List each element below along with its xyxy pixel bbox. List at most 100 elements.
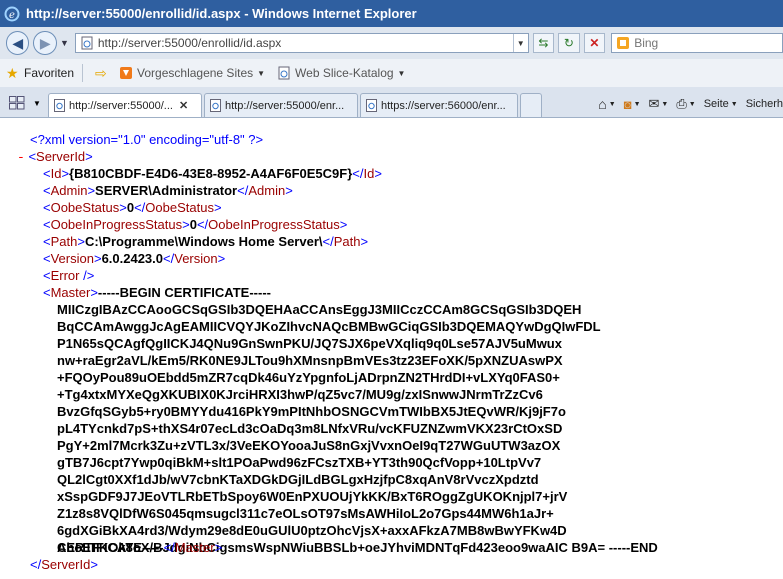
compatibility-view-button[interactable]: ⇆: [532, 33, 555, 53]
address-url[interactable]: http://server:55000/enrollid/id.aspx: [98, 36, 513, 50]
bing-icon: [617, 37, 630, 49]
add-to-favorites-bar-button[interactable]: ⇨: [95, 66, 113, 80]
refresh-icon: ↻: [563, 36, 574, 50]
xml-oobe-in-progress-value: 0: [189, 217, 197, 232]
new-tab-button[interactable]: [520, 93, 542, 117]
tab-page-icon: [366, 99, 377, 112]
certificate-line: 6gdXGiBkXA4rd3/Wdym29e8dE0uGUlU0ptzOhcVj…: [57, 522, 567, 539]
back-button[interactable]: ◀: [6, 31, 30, 55]
mail-icon: ✉: [648, 96, 660, 111]
forward-button[interactable]: ▶: [33, 31, 57, 55]
xml-id-value: {B810CBDF-E4D6-43E8-8952-A4AF6F0E5C9F}: [69, 166, 353, 181]
home-icon: ⌂: [598, 96, 607, 112]
certificate-line-text: xSspGDF9J7JEoVTLRbETbSpoy6W0EnPXUOUjYkKK…: [57, 489, 568, 504]
tab[interactable]: https://server:56000/enr...: [360, 93, 518, 117]
rss-icon: ◙: [623, 96, 632, 112]
quick-tabs-icon: [9, 96, 25, 110]
stop-icon: ✕: [589, 36, 600, 50]
web-slice-gallery-link[interactable]: Web Slice-Katalog ▼: [277, 66, 405, 80]
favorites-bar: ★ Favoriten ⇨ Vorgeschlagene Sites ▼ Web…: [0, 59, 783, 88]
certificate-line: Z1z8s8VQlDfW6S045qmsugcl311c7eOLsOT97sMs…: [57, 505, 554, 522]
mail-button[interactable]: ✉ ▼: [649, 96, 669, 112]
favorites-button[interactable]: ★ Favoriten: [6, 66, 74, 80]
tab[interactable]: http://server:55000/enr...: [204, 93, 358, 117]
search-input[interactable]: [634, 36, 775, 50]
certificate-line-text: +Tg4xtxMYXeQgXKUBIX0KJrciHRXI3hwP/qZ5vc7…: [57, 387, 543, 402]
xml-element-error: <Error />: [43, 268, 95, 283]
xml-declaration-text: <?xml version="1.0" encoding="utf-8" ?>: [30, 132, 264, 147]
certificate-line: nw+raEgr2aVL/kEm5/RK0NE9JLTou9hXMnsnpBmV…: [57, 352, 563, 369]
mail-dropdown-icon: ▼: [661, 100, 669, 108]
internet-explorer-icon: e: [4, 6, 20, 21]
stop-button[interactable]: ✕: [583, 33, 606, 53]
tab-label: https://server:56000/enr...: [381, 99, 506, 112]
xml-version-value: 6.0.2423.0: [101, 251, 164, 266]
xml-path-value: C:\Programme\Windows Home Server\: [84, 234, 323, 249]
home-dropdown-icon: ▼: [608, 100, 616, 108]
navigation-bar: ◀ ▶ ▼ http://server:55000/enrollid/id.as…: [0, 27, 783, 59]
favorites-separator: [82, 64, 84, 82]
tab-label: http://server:55000/enr...: [225, 99, 345, 112]
quick-tabs-button[interactable]: [6, 92, 28, 114]
certificate-line: gTB7J6cpt7Ywp0qiBkM+slt1POaPwd96zFCszTXB…: [57, 454, 541, 471]
favorites-label: Favoriten: [24, 66, 75, 80]
page-menu-dropdown-icon: ▼: [730, 100, 738, 108]
command-bar: ⌂ ▼ ◙ ▼ ✉ ▼ ⎙ ▼ Seite ▼ Sicherh: [590, 91, 783, 117]
web-slice-dropdown-icon: ▼: [397, 68, 406, 78]
web-slice-gallery-label: Web Slice-Katalog: [295, 66, 394, 80]
certificate-line-text: P1N65sQCAgfQgIICKJ4QNu9GnSwnPKU/JQ7SJX6p…: [57, 336, 562, 351]
certificate-line-text: BvzGfqSGyb5+ry0BMYYdu416PkY9mPItNhbOSNGC…: [57, 404, 566, 419]
certificate-line-text: PgY+2ml7Mcrk3Zu+zVTL3x/3VeEKOYooaJuS8nGx…: [57, 438, 561, 453]
certificate-line: PgY+2ml7Mcrk3Zu+zVTL3x/3VeEKOYooaJuS8nGx…: [57, 437, 560, 454]
close-tab-icon[interactable]: ✕: [179, 99, 188, 112]
certificate-line: xSspGDF9J7JEoVTLRbETbSpoy6W0EnPXUOUjYkKK…: [57, 488, 567, 505]
tab-list-dropdown[interactable]: ▼: [30, 92, 44, 114]
tab-active[interactable]: http://server:55000/... ✕: [48, 93, 202, 117]
safety-menu-button[interactable]: Sicherh: [746, 98, 783, 110]
certificate-line-text: gTB7J6cpt7Ywp0qiBkM+slt1POaPwd96zFCszTXB…: [57, 455, 542, 470]
certificate-line: BvzGfqSGyb5+ry0BMYYdu416PkY9mPItNhbOSNGC…: [57, 403, 566, 420]
home-button[interactable]: ⌂ ▼: [598, 96, 615, 112]
certificate-line-text: +FQOyPou89uOEbdd5mZR7cqDk46uYzYpgnfoLjAD…: [57, 370, 560, 385]
forward-arrow-icon: ▶: [39, 34, 51, 51]
back-arrow-icon: ◀: [12, 34, 24, 51]
compatibility-icon: ⇆: [538, 36, 549, 50]
xml-oobe-status-value: 0: [126, 200, 135, 215]
certificate-line-text: 6gdXGiBkXA4rd3/Wdym29e8dE0uGUlU0ptzOhcVj…: [57, 523, 567, 538]
certificate-line-text: BqCCAmAwggJcAgEAMIICVQYJKoZIhvcNAQcBMBwG…: [57, 319, 601, 334]
certificate-line: QL2lCgt0XXf1dJb/wV7cbnKTaXDGkDGjILdBGLgx…: [57, 471, 539, 488]
certificate-line: BqCCAmAwggJcAgEAMIICVQYJKoZIhvcNAQcBMBwG…: [57, 318, 601, 335]
collapse-toggle[interactable]: -: [17, 150, 25, 165]
address-dropdown-icon[interactable]: ▼: [512, 34, 528, 52]
search-box[interactable]: [611, 33, 783, 53]
suggested-sites-dropdown-icon: ▼: [257, 68, 266, 78]
print-dropdown-icon: ▼: [688, 100, 696, 108]
window-title: http://server:55000/enrollid/id.aspx - W…: [26, 6, 417, 21]
xml-element-oobe-status: <OobeStatus>0</OobeStatus>: [43, 200, 222, 215]
tab-list-dropdown-icon: ▼: [33, 98, 41, 108]
certificate-line-text: nw+raEgr2aVL/kEm5/RK0NE9JLTou9hXMnsnpBmV…: [57, 353, 563, 368]
xml-root-close: </ServerId>: [30, 557, 98, 572]
page-menu-button[interactable]: Seite ▼: [704, 98, 738, 110]
certificate-line-text: Z1z8s8VQlDfW6S045qmsugcl311c7eOLsOT97sMs…: [57, 506, 554, 521]
suggested-sites-icon: [120, 67, 133, 79]
certificate-line: +FQOyPou89uOEbdd5mZR7cqDk46uYzYpgnfoLjAD…: [57, 369, 560, 386]
window-title-bar: e http://server:55000/enrollid/id.aspx -…: [0, 0, 783, 27]
xml-admin-value: SERVER\Administrator: [95, 183, 238, 198]
certificate-begin: -----BEGIN CERTIFICATE-----: [97, 285, 271, 300]
xml-element-version: <Version>6.0.2423.0</Version>: [43, 251, 226, 266]
safety-menu-label: Sicherh: [745, 98, 783, 110]
printer-icon: ⎙: [676, 96, 687, 111]
certificate-line: +Tg4xtxMYXeQgXKUBIX0KJrciHRXI3hwP/qZ5vc7…: [57, 386, 543, 403]
suggested-sites-link[interactable]: Vorgeschlagene Sites ▼: [119, 66, 265, 80]
certificate-line: P1N65sQCAgfQgIICKJ4QNu9GnSwnPKU/JQ7SJX6p…: [57, 335, 562, 352]
address-bar[interactable]: http://server:55000/enrollid/id.aspx ▼: [74, 33, 529, 53]
page-icon: [81, 36, 93, 50]
certificate-line: MIICzgIBAzCCAooGCSqGSIb3DQEHAaCCAnsEggJ3…: [57, 301, 581, 318]
history-dropdown-icon[interactable]: ▼: [60, 38, 69, 48]
xml-element-id: <Id>{B810CBDF-E4D6-43E8-8952-A4AF6F0E5C9…: [43, 166, 382, 181]
feeds-button[interactable]: ◙ ▼: [624, 97, 641, 112]
refresh-button[interactable]: ↻: [558, 33, 580, 53]
print-button[interactable]: ⎙ ▼: [676, 96, 695, 112]
suggested-sites-label: Vorgeschlagene Sites: [137, 66, 254, 80]
